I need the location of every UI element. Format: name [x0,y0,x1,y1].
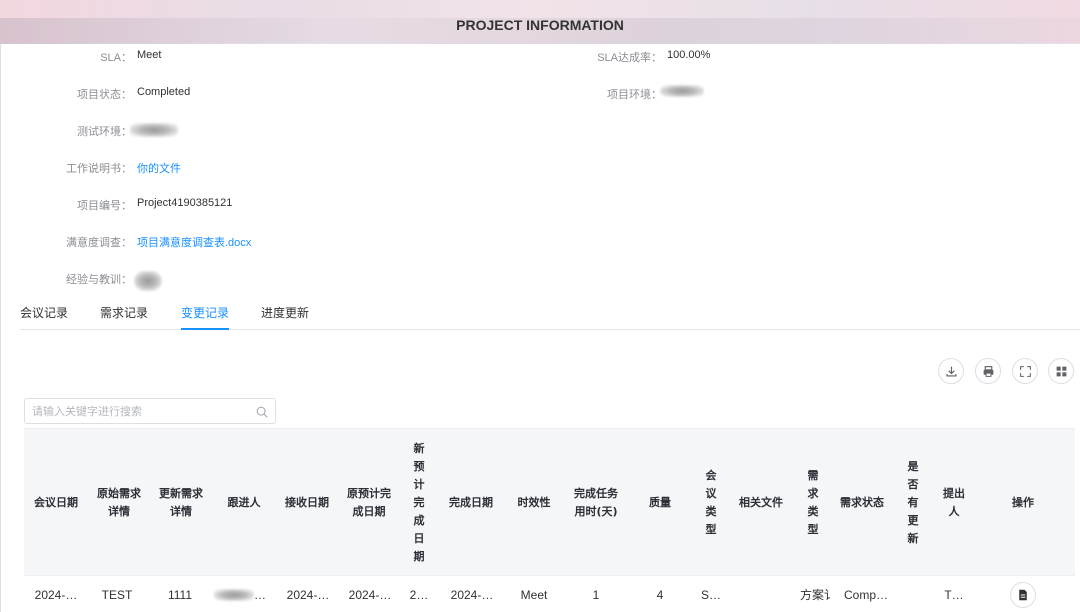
header-banner: PROJECT INFORMATION [0,0,1080,44]
col-proposer[interactable]: 提出人 [942,429,966,577]
survey-link[interactable]: 项目满意度调查表.docx [137,234,251,250]
test-env-label: 测试环境： [77,126,132,138]
info-sla: SLA： Meet SLA达成率： 100.00% [0,49,1080,64]
cell-orig-est-date: 2024-… [348,587,392,602]
sow-link[interactable]: 你的文件 [137,160,181,176]
cell-new-est-date: 2… [409,587,429,602]
cell-meeting-type: S… [700,587,721,602]
table-row[interactable]: 2024-… TEST 1111 … 2024-… 2024-… 2… 2024… [24,577,1075,612]
document-icon [1019,589,1027,600]
print-icon [983,365,993,377]
download-button[interactable] [938,358,964,384]
col-actions: 操作 [1012,496,1034,509]
cell-req-type: 方案讠 [799,588,836,602]
col-original-req[interactable]: 原始需求详情 [96,429,142,577]
test-env-value-redacted [130,123,178,137]
view-document-button[interactable] [1010,581,1036,608]
lessons-value-redacted [134,271,162,291]
project-no-label: 项目编号： [77,200,132,212]
cell-actions [1008,577,1038,612]
col-quality[interactable]: 质量 [642,429,678,577]
tab-progress-updates[interactable]: 进度更新 [261,306,309,330]
col-new-est-date[interactable]: 新预计完成日期 [412,429,426,577]
cell-follower-redacted: … [210,577,270,612]
col-timeliness[interactable]: 时效性 [510,429,558,577]
info-lessons: 经验与教训： [0,271,1080,291]
cell-quality: 4 [656,587,664,602]
sla-rate-label: SLA达成率： [597,52,662,64]
lessons-label: 经验与教训： [66,274,132,286]
table-header: 会议日期 原始需求详情 更新需求详情 跟进人 接收日期 原预计完成日期 新预计完… [24,428,1075,576]
cell-related-files [736,577,786,612]
col-orig-est-date[interactable]: 原预计完成日期 [346,429,392,577]
col-follower[interactable]: 跟进人 [220,429,268,577]
sla-label: SLA： [100,52,132,64]
survey-label: 满意度调查： [66,237,132,249]
col-req-status[interactable]: 需求状态 [838,429,886,577]
sla-rate-value: 100.00% [667,49,711,61]
cell-req-status: Comp… [843,587,888,602]
tab-change-records[interactable]: 变更记录 [181,306,230,330]
search-box [24,398,276,424]
cell-timeliness: Meet [520,587,548,602]
info-project-no: 项目编号： Project4190385121 [0,197,1080,212]
cell-has-update [902,577,924,612]
tab-meeting-records[interactable]: 会议记录 [20,306,68,330]
record-tabs: 会议记录 需求记录 变更记录 进度更新 [20,306,1080,330]
cell-complete-date: 2024-… [450,587,494,602]
info-sow: 工作说明书： 你的文件 [0,160,1080,176]
col-complete-date[interactable]: 完成日期 [448,429,494,577]
col-req-type[interactable]: 需求类型 [806,429,820,577]
sla-value: Meet [137,49,162,61]
tab-requirement-records[interactable]: 需求记录 [100,306,148,330]
column-settings-button[interactable] [1048,358,1074,384]
cell-proposer: T… [944,587,964,602]
info-survey: 满意度调查： 项目满意度调查表.docx [0,234,1080,250]
search-icon[interactable] [255,405,269,419]
fullscreen-icon [1019,365,1031,377]
info-test-env: 测试环境： [0,123,1080,138]
cell-meeting-date: 2024-… [34,587,78,602]
download-icon [945,366,957,377]
col-meeting-type[interactable]: 会议类型 [704,429,718,577]
cell-task-days: 1 [592,587,600,602]
project-no-value: Project4190385121 [137,197,233,209]
status-label: 项目状态： [77,89,132,101]
fullscreen-button[interactable] [1012,358,1038,384]
info-status: 项目状态： Completed 项目环境： [0,85,1080,101]
page-title: PROJECT INFORMATION [456,17,624,33]
sow-label: 工作说明书： [66,163,132,175]
col-related-files[interactable]: 相关文件 [736,429,786,577]
col-has-update[interactable]: 是否有更新 [906,429,920,577]
cell-updated-req: 1111 [167,587,193,602]
col-updated-req[interactable]: 更新需求详情 [158,429,204,577]
cell-original-req: TEST [101,587,133,602]
cell-receive-date: 2024-… [286,587,330,602]
status-value: Completed [137,86,191,98]
env-value-redacted [660,85,704,98]
col-receive-date[interactable]: 接收日期 [284,429,330,577]
col-meeting-date[interactable]: 会议日期 [32,429,80,577]
col-task-days[interactable]: 完成任务用时(天) [572,429,620,577]
search-input[interactable] [32,403,252,419]
env-label: 项目环境： [607,89,662,101]
print-button[interactable] [975,358,1001,384]
column-settings-icon [1056,366,1066,376]
